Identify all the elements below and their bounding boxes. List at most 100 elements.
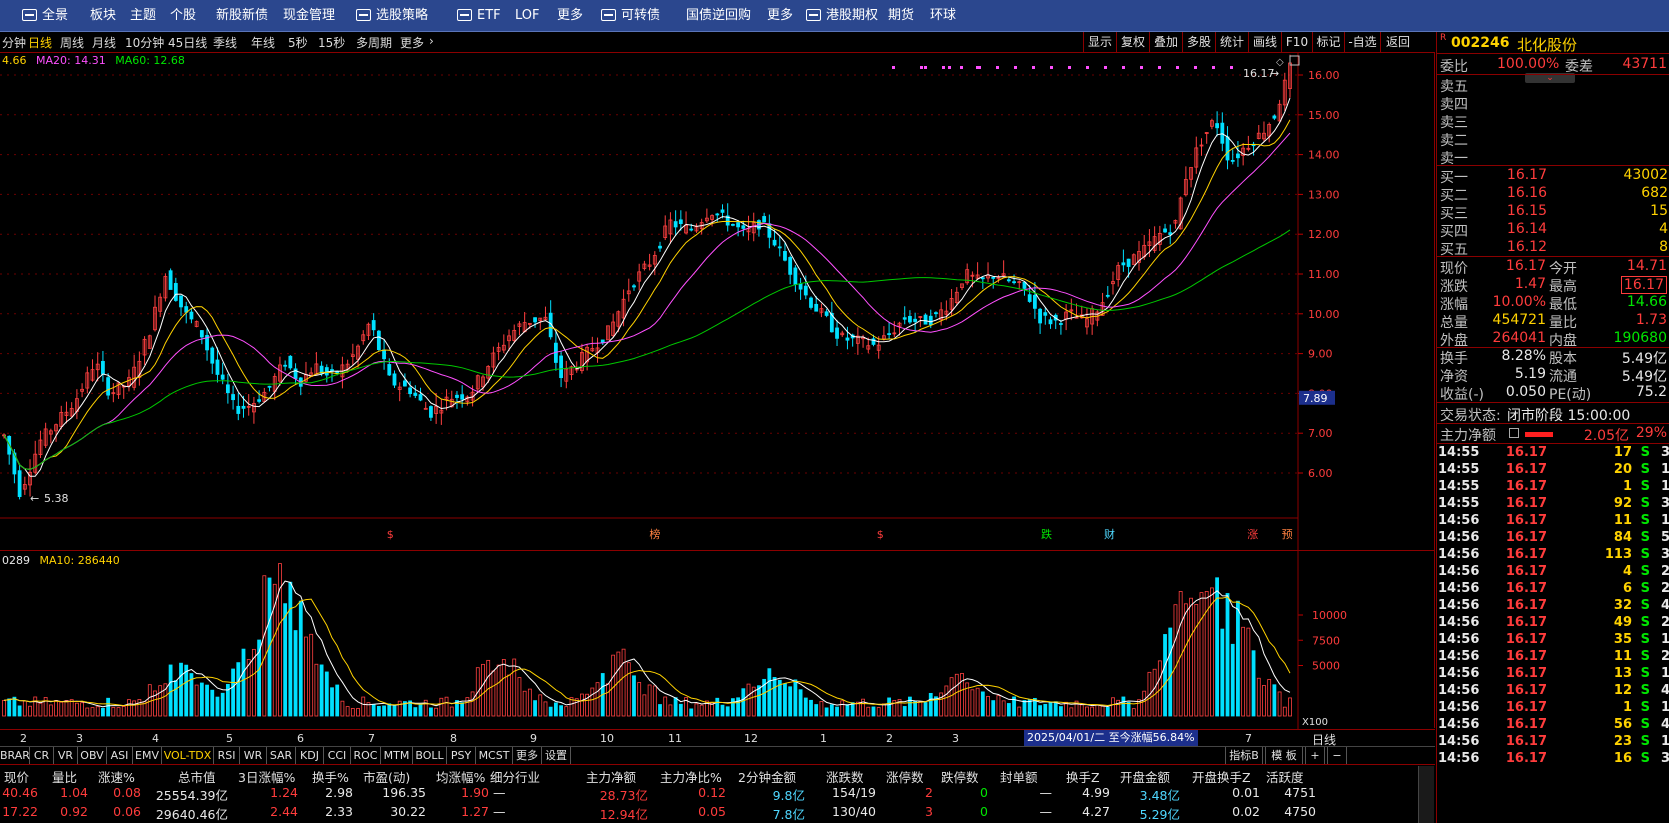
nav-0[interactable]: 全景 — [22, 0, 68, 32]
indicator-tab[interactable]: OBV — [78, 747, 107, 764]
period-7[interactable]: 年线 — [251, 34, 275, 51]
table-header[interactable]: 量比 — [52, 767, 77, 786]
table-header[interactable]: 均涨幅% — [436, 767, 485, 786]
diamond-icon[interactable]: ◇ — [1276, 57, 1284, 68]
table-header[interactable]: 涨停数 — [886, 767, 924, 786]
table-header[interactable]: 3日涨幅% — [238, 767, 295, 786]
tool-2[interactable]: 叠加 — [1149, 32, 1182, 53]
event-mark[interactable]: 涨 — [1247, 528, 1258, 541]
buy-level-row[interactable]: 买五 16.12 8 — [1437, 239, 1669, 258]
period-5[interactable]: 45日线 — [168, 34, 207, 51]
indicator-tab[interactable]: 设置 — [542, 747, 571, 764]
table-header[interactable]: 活跃度 — [1266, 767, 1304, 786]
chevron-right-icon[interactable]: › — [429, 34, 434, 48]
indicator-tool[interactable]: 模 板 — [1265, 747, 1303, 764]
nav-5[interactable]: 现金管理 — [283, 0, 335, 32]
volume-chart[interactable]: 10000 7500 5000 X100 0289 MA10: 286440 — [0, 550, 1435, 729]
indicator-tab[interactable]: ROC — [351, 747, 381, 764]
event-mark[interactable]: 财 — [1104, 527, 1115, 541]
period-1[interactable]: 日线 — [28, 34, 52, 51]
nav-9[interactable]: 更多 — [557, 0, 583, 32]
indicator-tab[interactable]: SAR — [267, 747, 296, 764]
nav-7[interactable]: ETF — [457, 0, 501, 32]
event-mark[interactable]: 榜 — [649, 527, 660, 541]
period-10[interactable]: 多周期 — [356, 34, 392, 51]
nav-2[interactable]: 主题 — [130, 0, 156, 32]
nav-6[interactable]: 选股策略 — [356, 0, 428, 32]
buy-level-row[interactable]: 买二 16.16 682 — [1437, 185, 1669, 204]
table-header[interactable]: 开盘金额 — [1120, 767, 1170, 786]
event-mark[interactable]: 预 — [1282, 528, 1293, 541]
indicator-tab[interactable]: MCST — [476, 747, 513, 764]
nav-15[interactable]: 期货 — [888, 0, 914, 32]
list-icon[interactable] — [1509, 428, 1519, 438]
nav-14[interactable]: 期权 — [852, 0, 878, 32]
indicator-tool[interactable]: 指标B — [1225, 747, 1263, 764]
indicator-tab[interactable]: MTM — [381, 747, 413, 764]
period-9[interactable]: 15秒 — [318, 34, 345, 51]
indicator-tab[interactable]: PSY — [447, 747, 476, 764]
table-header[interactable]: 换手% — [312, 767, 349, 786]
indicator-tab[interactable]: ASI — [107, 747, 133, 764]
period-11[interactable]: 更多 — [400, 34, 424, 51]
period-4[interactable]: 10分钟 — [125, 34, 164, 51]
period-0[interactable]: 分钟 — [2, 34, 26, 51]
table-header[interactable]: 主力净额 — [586, 767, 636, 786]
nav-8[interactable]: LOF — [515, 0, 540, 32]
table-header[interactable]: 涨跌数 — [826, 767, 864, 786]
indicator-tab[interactable]: RSI — [214, 747, 240, 764]
nav-16[interactable]: 环球 — [930, 0, 956, 32]
indicator-tab[interactable]: EMV — [133, 747, 162, 764]
nav-1[interactable]: 板块 — [90, 0, 116, 32]
table-header[interactable]: 总市值 — [178, 767, 216, 786]
tool-7[interactable]: 标记 — [1312, 32, 1344, 53]
table-row[interactable]: 17.22 0.92 0.06 29640.46亿 2.44 2.33 30.22 1.27 —… — [0, 804, 1418, 823]
indicator-tab[interactable]: BRAR — [0, 747, 30, 764]
nav-11[interactable]: 国债逆回购 — [686, 0, 751, 32]
table-header[interactable]: 现价 — [4, 767, 29, 786]
nav-13[interactable]: 港股 — [806, 0, 852, 32]
indicator-tab[interactable]: WR — [240, 747, 267, 764]
period-8[interactable]: 5秒 — [288, 34, 308, 51]
indicator-tab[interactable]: CR — [30, 747, 54, 764]
table-header[interactable]: 封单额 — [1000, 767, 1038, 786]
period-6[interactable]: 季线 — [213, 34, 237, 51]
nav-10[interactable]: 可转债 — [601, 0, 660, 32]
buy-level-row[interactable]: 买三 16.15 15 — [1437, 203, 1669, 222]
event-mark[interactable]: 跌 — [1041, 527, 1052, 541]
nav-12[interactable]: 更多 — [767, 0, 793, 32]
tool-6[interactable]: F10 — [1281, 32, 1312, 53]
table-header[interactable]: 主力净比% — [660, 767, 722, 786]
table-row[interactable]: 40.46 1.04 0.08 25554.39亿 1.24 2.98 196.35 1.90… — [0, 785, 1418, 804]
tool-8[interactable]: -自选 — [1344, 32, 1380, 53]
period-3[interactable]: 月线 — [92, 34, 116, 51]
tool-4[interactable]: 统计 — [1215, 32, 1248, 53]
indicator-tab[interactable]: CCI — [324, 747, 351, 764]
event-mark[interactable]: $ — [387, 528, 394, 541]
buy-level-row[interactable]: 买四 16.14 4 — [1437, 221, 1669, 240]
period-2[interactable]: 周线 — [60, 34, 84, 51]
stock-name[interactable]: 北化股份 — [1517, 34, 1577, 55]
indicator-tab[interactable]: VOL-TDX — [162, 747, 214, 764]
nav-3[interactable]: 个股 — [170, 0, 196, 32]
table-header[interactable]: 市盈(动) — [363, 767, 410, 786]
indicator-tool[interactable]: + — [1305, 747, 1325, 764]
tool-5[interactable]: 画线 — [1248, 32, 1281, 53]
nav-4[interactable]: 新股新债 — [216, 0, 268, 32]
table-header[interactable]: 跌停数 — [941, 767, 979, 786]
table-header[interactable]: 开盘换手Z — [1192, 767, 1251, 786]
tool-0[interactable]: 显示 — [1083, 32, 1116, 53]
event-mark[interactable]: $ — [877, 528, 884, 541]
buy-level-row[interactable]: 买一 16.17 43002 — [1437, 167, 1669, 186]
indicator-tab[interactable]: VR — [54, 747, 78, 764]
table-header[interactable]: 涨速% — [98, 767, 135, 786]
indicator-tab[interactable]: 更多 — [513, 747, 542, 764]
table-header[interactable]: 细分行业 — [490, 767, 540, 786]
table-header[interactable]: 换手Z — [1066, 767, 1100, 786]
indicator-tab[interactable]: BOLL — [413, 747, 447, 764]
table-header[interactable]: 2分钟金额 — [738, 767, 796, 786]
table-scrollbar[interactable] — [1418, 766, 1434, 823]
tool-1[interactable]: 复权 — [1116, 32, 1149, 53]
tool-3[interactable]: 多股 — [1182, 32, 1215, 53]
indicator-tab[interactable]: KDJ — [296, 747, 324, 764]
